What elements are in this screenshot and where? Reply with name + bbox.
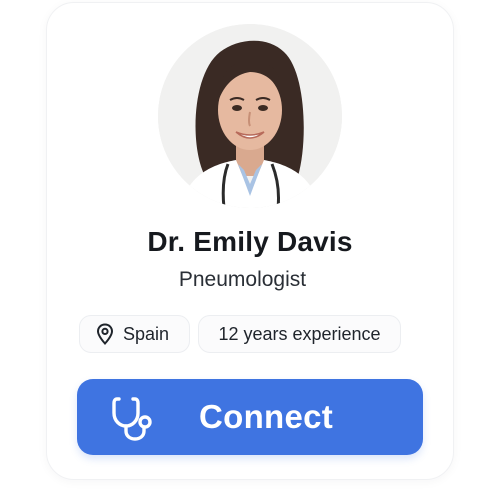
connect-button-label: Connect: [199, 398, 334, 435]
experience-chip: 12 years experience: [198, 315, 401, 353]
doctor-specialty: Pneumologist: [178, 268, 307, 291]
location-label: Spain: [123, 323, 170, 344]
doctor-avatar: [158, 24, 342, 208]
stethoscope-icon: [112, 397, 152, 441]
doctor-name: Dr. Emily Davis: [147, 226, 353, 257]
map-pin-icon: [96, 323, 114, 345]
experience-label: 12 years experience: [218, 323, 381, 344]
location-chip: Spain: [79, 315, 190, 353]
connect-button[interactable]: Connect: [77, 379, 423, 455]
